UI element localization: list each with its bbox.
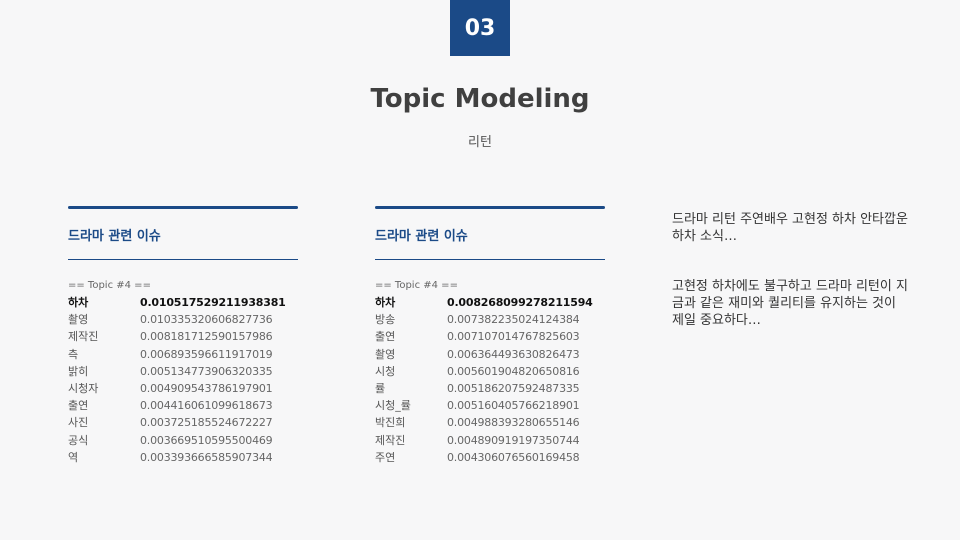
list-item: 사진 0.003725185524672227 xyxy=(68,414,298,431)
topic-score: 0.006364493630826473 xyxy=(447,347,580,361)
topic-word-list: 하차 0.008268099278211594 방송 0.0073822350241… xyxy=(375,294,605,466)
topic-score: 0.008268099278211594 xyxy=(447,296,593,309)
topic-word: 제작진 xyxy=(375,433,406,447)
topic-score: 0.008181712590157986 xyxy=(140,330,273,344)
topic-word: 시청자 xyxy=(68,381,99,395)
topic-score: 0.010517529211938381 xyxy=(140,296,286,309)
topic-word: 시청 xyxy=(375,364,396,378)
topic-word: 주연 xyxy=(375,450,396,464)
topic-score: 0.003725185524672227 xyxy=(140,416,273,430)
news-note: 드라마 리턴 주연배우 고현정 하차 안타깝운 하차 소식… xyxy=(672,212,908,244)
list-item: 촬영 0.010335320606827736 xyxy=(68,311,298,328)
list-item: 측 0.006893596611917019 xyxy=(68,346,298,363)
topic-header: == Topic #4 == xyxy=(68,280,151,291)
topic-word: 률 xyxy=(375,381,386,395)
list-item: 밝히 0.005134773906320335 xyxy=(68,363,298,380)
list-item: 역 0.003393666585907344 xyxy=(68,449,298,466)
list-item: 시청 0.005601904820650816 xyxy=(375,363,605,380)
topic-word: 사진 xyxy=(68,416,89,430)
comment-note: 고현정 하차에도 불구하고 드라마 리턴이 지금과 같은 재미와 퀄리티를 유지… xyxy=(672,279,908,328)
topic-score: 0.004988393280655146 xyxy=(447,416,580,430)
topic-word: 역 xyxy=(68,450,79,464)
topic-word: 출연 xyxy=(375,330,396,344)
topic-word: 하차 xyxy=(375,296,396,309)
topic-score: 0.007382235024124384 xyxy=(447,313,580,327)
list-item: 제작진 0.004890919197350744 xyxy=(375,432,605,449)
topic-score: 0.004306076560169458 xyxy=(447,450,580,464)
topic-word: 밝히 xyxy=(68,364,89,378)
list-item: 방송 0.007382235024124384 xyxy=(375,311,605,328)
topic-score: 0.005134773906320335 xyxy=(140,364,273,378)
panel-divider xyxy=(375,259,605,260)
topic-word: 촬영 xyxy=(375,347,396,361)
topic-panel-left: 드라마 관련 이슈 == Topic #4 == 하차 0.01051752921… xyxy=(68,206,298,466)
list-item: 촬영 0.006364493630826473 xyxy=(375,346,605,363)
page-subtitle: 리턴 xyxy=(468,135,492,150)
topic-word: 방송 xyxy=(375,313,396,327)
page-title: Topic Modeling xyxy=(370,84,590,114)
topic-word: 하차 xyxy=(68,296,89,309)
topic-word: 측 xyxy=(68,347,79,361)
topic-score: 0.003669510595500469 xyxy=(140,433,273,447)
list-item: 하차 0.008268099278211594 xyxy=(375,294,605,311)
panel-divider xyxy=(68,259,298,260)
panel-top-rule xyxy=(375,206,605,209)
section-number-badge: 03 xyxy=(450,0,510,56)
topic-word: 촬영 xyxy=(68,313,89,327)
topic-score: 0.007107014767825603 xyxy=(447,330,580,344)
panel-title: 드라마 관련 이슈 xyxy=(68,229,161,244)
topic-score: 0.010335320606827736 xyxy=(140,313,273,327)
topic-score: 0.004416061099618673 xyxy=(140,399,273,413)
topic-score: 0.005601904820650816 xyxy=(447,364,580,378)
list-item: 주연 0.004306076560169458 xyxy=(375,449,605,466)
list-item: 출연 0.004416061099618673 xyxy=(68,397,298,414)
panel-top-rule xyxy=(68,206,298,209)
topic-word-list: 하차 0.010517529211938381 촬영 0.0103353206068… xyxy=(68,294,298,466)
topic-word: 시청_률 xyxy=(375,399,411,413)
topic-score: 0.004909543786197901 xyxy=(140,381,273,395)
list-item: 하차 0.010517529211938381 xyxy=(68,294,298,311)
list-item: 출연 0.007107014767825603 xyxy=(375,328,605,345)
topic-panel-right: 드라마 관련 이슈 == Topic #4 == 하차 0.00826809927… xyxy=(375,206,605,466)
topic-word: 출연 xyxy=(68,399,89,413)
topic-score: 0.006893596611917019 xyxy=(140,347,273,361)
list-item: 시청_률 0.005160405766218901 xyxy=(375,397,605,414)
list-item: 시청자 0.004909543786197901 xyxy=(68,380,298,397)
topic-header: == Topic #4 == xyxy=(375,280,458,291)
topic-word: 제작진 xyxy=(68,330,99,344)
topic-score: 0.005186207592487335 xyxy=(447,381,580,395)
list-item: 제작진 0.008181712590157986 xyxy=(68,328,298,345)
panel-title: 드라마 관련 이슈 xyxy=(375,229,468,244)
topic-word: 공식 xyxy=(68,433,89,447)
topic-word: 박진희 xyxy=(375,416,406,430)
list-item: 박진희 0.004988393280655146 xyxy=(375,414,605,431)
list-item: 공식 0.003669510595500469 xyxy=(68,432,298,449)
topic-score: 0.005160405766218901 xyxy=(447,399,580,413)
list-item: 률 0.005186207592487335 xyxy=(375,380,605,397)
topic-score: 0.003393666585907344 xyxy=(140,450,273,464)
topic-score: 0.004890919197350744 xyxy=(447,433,580,447)
